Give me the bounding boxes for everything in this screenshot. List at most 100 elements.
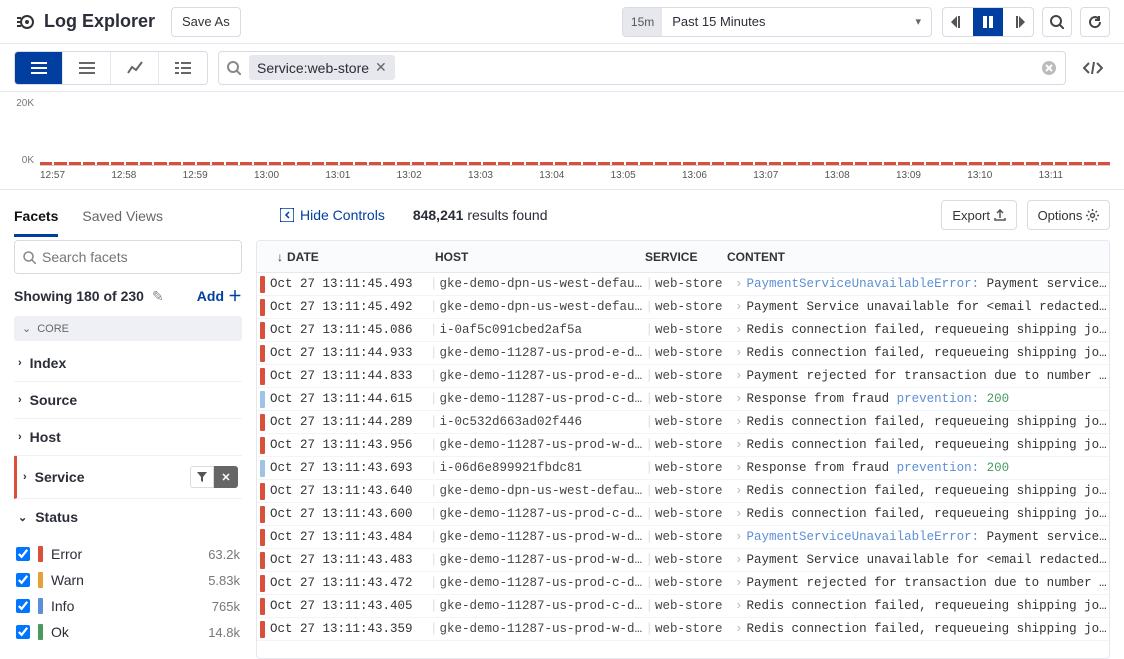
col-host[interactable]: HOST (429, 250, 639, 264)
view-table-button[interactable] (63, 52, 111, 84)
histogram-bar[interactable] (512, 162, 524, 165)
facet-service[interactable]: ›Service ✕ (14, 456, 242, 499)
histogram-bar[interactable] (640, 162, 652, 165)
histogram-bar[interactable] (812, 162, 824, 165)
log-row[interactable]: Oct 27 13:11:44.833|gke-demo-11287-us-pr… (257, 365, 1109, 388)
histogram-bar[interactable] (1098, 162, 1110, 165)
facet-index[interactable]: ›Index (14, 345, 242, 382)
histogram-bar[interactable] (926, 162, 938, 165)
histogram-bar[interactable] (254, 162, 266, 165)
log-row[interactable]: Oct 27 13:11:43.640|gke-demo-dpn-us-west… (257, 480, 1109, 503)
histogram-bar[interactable] (1069, 162, 1081, 165)
histogram-bar[interactable] (698, 162, 710, 165)
status-checkbox[interactable] (16, 547, 30, 561)
facet-status[interactable]: ⌄Status (14, 499, 242, 535)
histogram-bar[interactable] (383, 162, 395, 165)
view-aggregate-button[interactable] (159, 52, 207, 84)
histogram-bar[interactable] (226, 162, 238, 165)
pause-button[interactable] (973, 8, 1003, 36)
hide-controls-button[interactable]: Hide Controls (280, 207, 385, 223)
histogram-bar[interactable] (183, 162, 195, 165)
histogram-bar[interactable] (355, 162, 367, 165)
view-list-button[interactable] (15, 52, 63, 84)
histogram-bar[interactable] (898, 162, 910, 165)
histogram-bar[interactable] (283, 162, 295, 165)
histogram-bar[interactable] (483, 162, 495, 165)
histogram-bar[interactable] (712, 162, 724, 165)
histogram-bar[interactable] (83, 162, 95, 165)
col-date[interactable]: ↓DATE (269, 250, 429, 264)
facet-clear-button[interactable]: ✕ (214, 466, 238, 488)
status-checkbox[interactable] (16, 599, 30, 613)
histogram-bar[interactable] (626, 162, 638, 165)
histogram-bar[interactable] (555, 162, 567, 165)
log-row[interactable]: Oct 27 13:11:45.492|gke-demo-dpn-us-west… (257, 296, 1109, 319)
histogram-bar[interactable] (126, 162, 138, 165)
histogram-bar[interactable] (1055, 162, 1067, 165)
step-back-button[interactable] (943, 8, 973, 36)
status-item-warn[interactable]: Warn5.83k (14, 567, 242, 593)
histogram-bar[interactable] (583, 162, 595, 165)
histogram-bar[interactable] (941, 162, 953, 165)
histogram-bar[interactable] (755, 162, 767, 165)
tab-facets[interactable]: Facets (14, 194, 58, 237)
clear-query-button[interactable] (1041, 60, 1057, 76)
histogram-bar[interactable] (212, 162, 224, 165)
histogram-bar[interactable] (869, 162, 881, 165)
histogram-bar[interactable] (340, 162, 352, 165)
time-range-picker[interactable]: 15m Past 15 Minutes ▾ (622, 7, 932, 37)
save-as-button[interactable]: Save As (171, 7, 241, 37)
histogram-bar[interactable] (841, 162, 853, 165)
histogram-bar[interactable] (884, 162, 896, 165)
log-row[interactable]: Oct 27 13:11:43.693|i-06d6e899921fbdc81|… (257, 457, 1109, 480)
histogram-bar[interactable] (912, 162, 924, 165)
histogram-bar[interactable] (197, 162, 209, 165)
histogram-bar[interactable] (397, 162, 409, 165)
histogram-bar[interactable] (998, 162, 1010, 165)
refresh-button[interactable] (1080, 7, 1110, 37)
histogram-bar[interactable] (540, 162, 552, 165)
histogram-bar[interactable] (741, 162, 753, 165)
search-button[interactable] (1042, 7, 1072, 37)
status-item-info[interactable]: Info765k (14, 593, 242, 619)
export-button[interactable]: Export (941, 200, 1016, 230)
histogram-bar[interactable] (297, 162, 309, 165)
histogram-bar[interactable] (683, 162, 695, 165)
log-row[interactable]: Oct 27 13:11:44.289|i-0c532d663ad02f446|… (257, 411, 1109, 434)
histogram-bars[interactable] (40, 98, 1110, 166)
log-row[interactable]: Oct 27 13:11:43.405|gke-demo-11287-us-pr… (257, 595, 1109, 618)
log-row[interactable]: Oct 27 13:11:44.615|gke-demo-11287-us-pr… (257, 388, 1109, 411)
status-item-error[interactable]: Error63.2k (14, 541, 242, 567)
histogram-bar[interactable] (40, 162, 52, 165)
histogram-bar[interactable] (54, 162, 66, 165)
facet-host[interactable]: ›Host (14, 419, 242, 456)
histogram-bar[interactable] (955, 162, 967, 165)
facet-search[interactable] (14, 240, 242, 274)
log-row[interactable]: Oct 27 13:11:44.933|gke-demo-11287-us-pr… (257, 342, 1109, 365)
histogram-bar[interactable] (269, 162, 281, 165)
histogram-bar[interactable] (969, 162, 981, 165)
histogram-bar[interactable] (498, 162, 510, 165)
col-service[interactable]: SERVICE (639, 250, 721, 264)
histogram-bar[interactable] (598, 162, 610, 165)
histogram-bar[interactable] (526, 162, 538, 165)
histogram-bar[interactable] (312, 162, 324, 165)
histogram-bar[interactable] (855, 162, 867, 165)
query-input-area[interactable]: Service:web-store ✕ (218, 51, 1066, 85)
facet-source[interactable]: ›Source (14, 382, 242, 419)
tab-saved-views[interactable]: Saved Views (82, 194, 163, 237)
log-row[interactable]: Oct 27 13:11:45.086|i-0af5c091cbed2af5a|… (257, 319, 1109, 342)
histogram-bar[interactable] (1012, 162, 1024, 165)
histogram-bar[interactable] (440, 162, 452, 165)
log-row[interactable]: Oct 27 13:11:45.493|gke-demo-dpn-us-west… (257, 273, 1109, 296)
histogram-bar[interactable] (769, 162, 781, 165)
histogram-bar[interactable] (369, 162, 381, 165)
histogram-bar[interactable] (69, 162, 81, 165)
histogram-bar[interactable] (984, 162, 996, 165)
histogram-bar[interactable] (1026, 162, 1038, 165)
log-row[interactable]: Oct 27 13:11:43.483|gke-demo-11287-us-pr… (257, 549, 1109, 572)
log-row[interactable]: Oct 27 13:11:43.359|gke-demo-11287-us-pr… (257, 618, 1109, 641)
options-button[interactable]: Options (1027, 200, 1110, 230)
status-checkbox[interactable] (16, 625, 30, 639)
log-row[interactable]: Oct 27 13:11:43.472|gke-demo-11287-us-pr… (257, 572, 1109, 595)
